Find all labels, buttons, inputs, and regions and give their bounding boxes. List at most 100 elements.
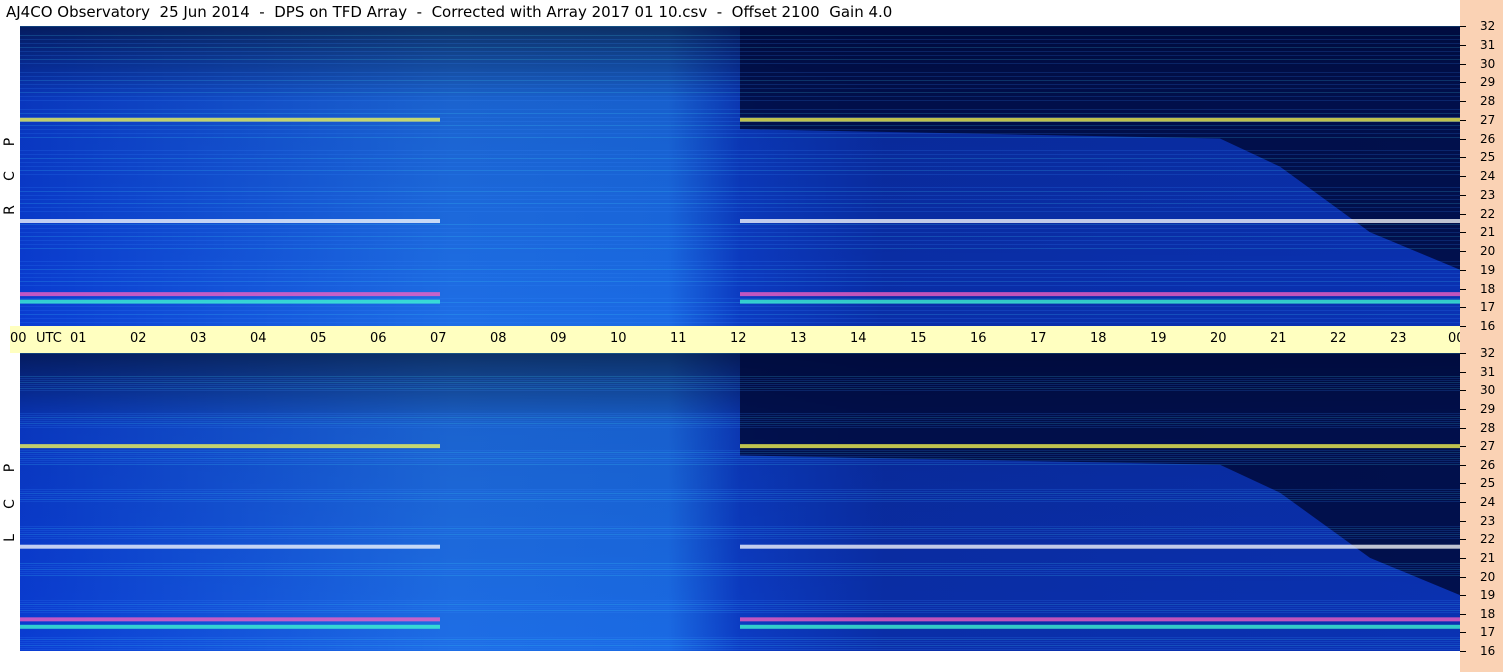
time-tick-label: 22 [1330, 331, 1347, 346]
texture-line [20, 158, 1460, 159]
bright-band [20, 292, 440, 297]
freq-tick-mark [1460, 390, 1466, 392]
time-tick-label: 07 [430, 331, 447, 346]
texture-line [20, 318, 1460, 319]
texture-line [20, 417, 1460, 418]
bright-band [20, 544, 440, 549]
texture-line [20, 495, 1460, 496]
freq-tick-mark [1460, 232, 1466, 234]
texture-line [20, 199, 1460, 200]
texture-line [20, 567, 1460, 568]
time-tick-label: 17 [1030, 331, 1047, 346]
texture-line [20, 491, 1460, 492]
texture-line [20, 244, 1460, 245]
freq-tick-mark [1460, 26, 1466, 27]
freq-tick-mark [1460, 101, 1466, 102]
lcp-freq-tick-label: 25 [1480, 476, 1496, 491]
lcp-freq-tick-label: 18 [1480, 606, 1496, 621]
texture-line [20, 187, 1460, 188]
freq-tick-mark [1460, 483, 1466, 485]
bright-band [20, 617, 440, 622]
texture-line [20, 113, 1460, 114]
texture-line [20, 166, 1460, 167]
texture-line [20, 298, 1460, 299]
texture-line [20, 84, 1460, 85]
chart-title: AJ4CO Observatory 25 Jun 2014 - DPS on T… [6, 3, 893, 21]
freq-tick-mark [1460, 613, 1466, 615]
frequency-axis: 16 17 18 19 20 21 22 23 24 25 26 27 28 29 30 31 32 16 17 18… [1460, 0, 1503, 672]
texture-line [20, 415, 1460, 416]
time-tick-label: 19 [1150, 331, 1167, 346]
time-tick-label: 04 [250, 331, 267, 346]
texture-line [20, 497, 1460, 498]
freq-tick-mark [1460, 595, 1466, 597]
texture-line [20, 608, 1460, 609]
rcp-freq-tick-label: 27 [1480, 112, 1496, 127]
lcp-freq-tick-label: 30 [1480, 383, 1496, 398]
texture-line [20, 602, 1460, 603]
bright-band [20, 299, 440, 304]
rcp-freq-tick-label: 18 [1480, 281, 1496, 296]
bright-band [20, 219, 440, 223]
texture-line [20, 604, 1460, 605]
texture-line [20, 501, 1460, 502]
bright-band [740, 219, 1460, 223]
rcp-spectrogram [20, 26, 1460, 326]
texture-line [20, 462, 1460, 463]
freq-tick-mark [1460, 157, 1466, 159]
texture-line [20, 281, 1460, 282]
rcp-label-c: C [2, 171, 18, 181]
rcp-freq-tick-label: 23 [1480, 187, 1496, 202]
freq-tick-mark [1460, 176, 1466, 177]
rcp-freq-tick-label: 25 [1480, 150, 1496, 165]
lcp-freq-tick-label: 29 [1480, 401, 1496, 416]
rcp-freq-tick-label: 22 [1480, 206, 1496, 221]
utc-label: UTC [36, 331, 62, 346]
texture-line [20, 137, 1460, 138]
texture-line [20, 536, 1460, 537]
bright-band [740, 444, 1460, 449]
time-tick-label: 20 [1210, 331, 1227, 346]
texture-line [20, 388, 1460, 389]
time-tick-label: 18 [1090, 331, 1107, 346]
rcp-freq-tick-label: 26 [1480, 131, 1496, 146]
time-tick-label: 23 [1390, 331, 1407, 346]
texture-line [20, 641, 1460, 642]
lcp-freq-tick-label: 20 [1480, 569, 1496, 584]
texture-line [20, 302, 1460, 303]
texture-line [20, 569, 1460, 570]
texture-line [20, 129, 1460, 130]
rcp-freq-tick-label: 21 [1480, 225, 1496, 240]
time-tick-label: 06 [370, 331, 387, 346]
texture-line [20, 273, 1460, 274]
freq-tick-mark [1460, 539, 1466, 541]
texture-line [20, 191, 1460, 192]
texture-line [20, 51, 1460, 52]
texture-line [20, 306, 1460, 307]
texture-line [20, 353, 1460, 354]
texture-line [20, 133, 1460, 134]
texture-line [20, 207, 1460, 208]
texture-line [20, 261, 1460, 262]
texture-line [20, 322, 1460, 323]
freq-tick-mark [1460, 63, 1466, 65]
lcp-freq-tick-label: 19 [1480, 588, 1496, 603]
lcp-freq-tick-label: 16 [1480, 644, 1496, 658]
texture-line [20, 248, 1460, 249]
time-tick-label: 16 [970, 331, 987, 346]
texture-line [20, 612, 1460, 613]
lcp-label-p: L [2, 534, 18, 542]
texture-line [20, 390, 1460, 391]
texture-line [20, 382, 1460, 383]
freq-tick-mark [1460, 520, 1466, 522]
lcp-freq-tick-label: 22 [1480, 532, 1496, 547]
texture-line [20, 59, 1460, 60]
texture-line [20, 88, 1460, 89]
bright-band [740, 292, 1460, 297]
texture-line [20, 39, 1460, 40]
texture-line [20, 277, 1460, 278]
bright-band [740, 299, 1460, 304]
rcp-freq-tick-label: 24 [1480, 169, 1496, 183]
time-tick-label: 03 [190, 331, 207, 346]
freq-tick-mark [1460, 371, 1466, 373]
